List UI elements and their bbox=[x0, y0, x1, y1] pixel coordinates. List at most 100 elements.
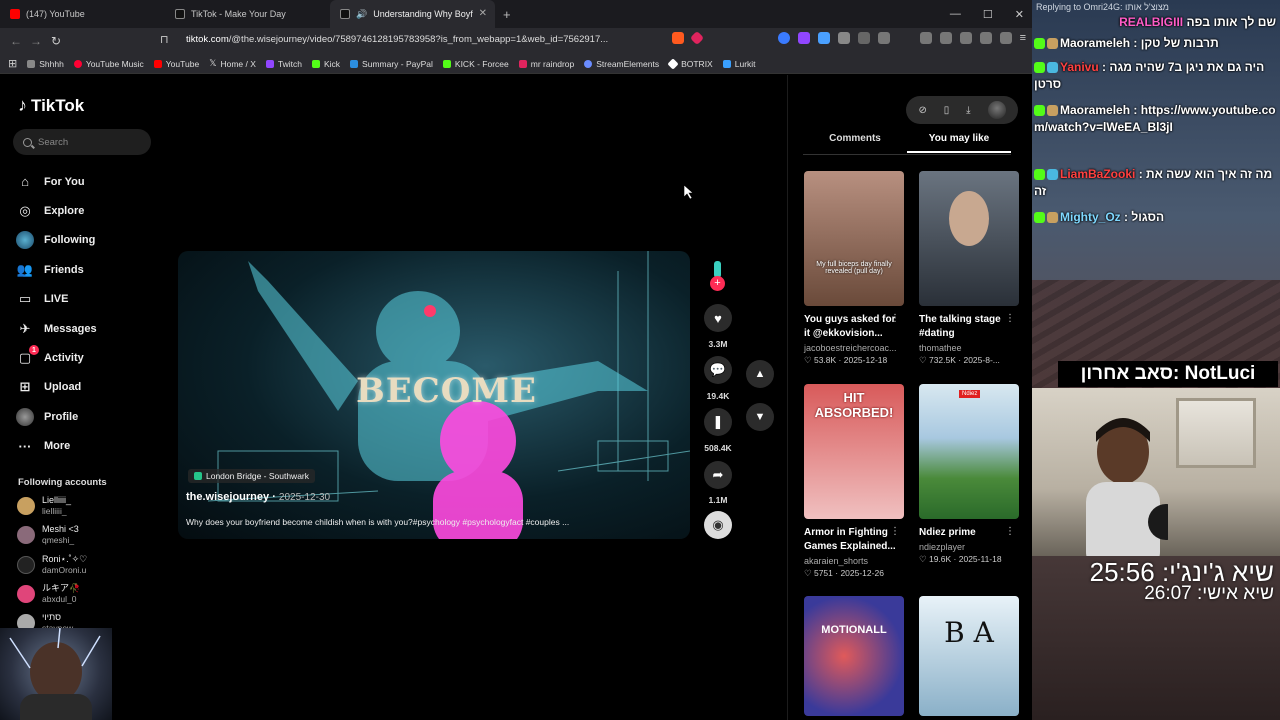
kick-badge-icon bbox=[1034, 62, 1045, 74]
more-options-icon[interactable]: ⋮ bbox=[890, 526, 900, 537]
wallet-icon[interactable] bbox=[959, 32, 972, 44]
tiktok-logo[interactable]: ♪ TikTok bbox=[18, 95, 84, 116]
discover-icon[interactable]: ⊘ bbox=[918, 105, 926, 116]
sidebar-item-friends[interactable]: 👥 Friends bbox=[16, 255, 97, 284]
card-meta: ♡ 53.8K · 2025-12-18 bbox=[804, 355, 888, 365]
like-button[interactable]: ♥ bbox=[704, 304, 732, 332]
video-thumbnail[interactable]: Ndiez bbox=[919, 384, 1019, 519]
bookmark-item[interactable]: 𝕏 Home / X bbox=[209, 58, 256, 69]
apps-grid-icon[interactable]: ⊞ bbox=[8, 57, 17, 70]
tab-active-video[interactable]: 🔊 Understanding Why Boyfrien ✕ bbox=[330, 0, 495, 28]
suggested-video-card[interactable]: HIT ABSORBED! Armor in Fighting Games Ex… bbox=[804, 384, 904, 579]
bookmark-item[interactable]: StreamElements bbox=[584, 59, 659, 69]
more-options-icon[interactable]: ⋮ bbox=[890, 313, 900, 324]
extension-icon[interactable] bbox=[857, 32, 870, 44]
more-options-icon[interactable]: ⋮ bbox=[1005, 526, 1015, 537]
menu-icon[interactable]: ≡ bbox=[1020, 32, 1026, 44]
minimize-icon[interactable]: — bbox=[950, 8, 961, 20]
video-thumbnail[interactable]: HIT ABSORBED! bbox=[804, 384, 904, 519]
previous-video-button[interactable]: ▲ bbox=[746, 360, 774, 388]
webcam-feed bbox=[1032, 388, 1280, 556]
sidebar-item-live[interactable]: ▭ LIVE bbox=[16, 285, 97, 314]
media-icon[interactable] bbox=[919, 32, 932, 44]
bookmark-item[interactable]: YouTube Music bbox=[73, 59, 144, 69]
sidebar-item-explore[interactable]: ◎ Explore bbox=[16, 196, 97, 225]
youtube-icon bbox=[518, 59, 527, 68]
sidebar-item-activity[interactable]: ▢ 1 Activity bbox=[16, 343, 97, 372]
bookmark-item[interactable]: Summary - PayPal bbox=[350, 59, 433, 69]
comment-button[interactable]: 💬 bbox=[704, 356, 732, 384]
sidebar-item-for-you[interactable]: ⌂ For You bbox=[16, 167, 97, 196]
bookmark-item[interactable]: Twitch bbox=[265, 58, 302, 69]
more-options-icon[interactable]: ⋮ bbox=[1005, 313, 1015, 324]
sidebar-item-profile[interactable]: Profile bbox=[16, 402, 97, 431]
sidebar-icon[interactable] bbox=[939, 32, 952, 44]
tab-comments[interactable]: Comments bbox=[803, 133, 907, 153]
new-tab-button[interactable]: + bbox=[503, 7, 511, 22]
tab-you-may-like[interactable]: You may like bbox=[907, 133, 1011, 153]
bookmark-label: Twitch bbox=[277, 58, 302, 69]
back-icon[interactable]: ← bbox=[6, 34, 26, 48]
sidebar-item-following[interactable]: Following bbox=[16, 226, 97, 255]
bookmark-item[interactable]: Lurkit bbox=[722, 59, 756, 69]
forward-icon[interactable]: → bbox=[26, 34, 46, 48]
rewards-icon[interactable] bbox=[689, 30, 704, 46]
location-tag[interactable]: London Bridge - Southwark bbox=[188, 469, 316, 483]
video-author[interactable]: the.wisejourney · 2025-12-30 bbox=[186, 491, 330, 503]
following-account[interactable]: ルキア🥀 abxdul_0 bbox=[17, 583, 80, 604]
user-avatar[interactable] bbox=[987, 101, 1006, 119]
suggested-video-card[interactable]: MOTIONALL bbox=[804, 596, 904, 716]
video-thumbnail[interactable]: MOTIONALL bbox=[804, 596, 904, 716]
vpn-icon[interactable] bbox=[999, 32, 1012, 44]
video-thumbnail[interactable] bbox=[919, 171, 1019, 306]
next-video-button[interactable]: ▼ bbox=[746, 403, 774, 431]
bookmark-item[interactable]: BOTRIX bbox=[667, 57, 713, 70]
maximize-icon[interactable]: ☐ bbox=[983, 8, 993, 21]
extension-icon[interactable] bbox=[817, 32, 830, 44]
suggested-video-card[interactable]: Ndiez Ndiez prime ⋮ ndiezplayer ♡ 19.6K … bbox=[919, 384, 1019, 565]
download-icon[interactable]: ⤓ bbox=[966, 105, 970, 116]
sidebar-item-upload[interactable]: ⊞ Upload bbox=[16, 373, 97, 402]
sidebar-item-messages[interactable]: ✈ Messages bbox=[16, 314, 97, 343]
following-account[interactable]: Meshi <3 qmeshi_ bbox=[17, 524, 79, 545]
leo-icon[interactable] bbox=[979, 32, 992, 44]
video-player[interactable]: BECOME London Bridge - Southwark the.wis… bbox=[178, 251, 690, 539]
bookmark-item[interactable]: Kick bbox=[311, 59, 340, 69]
tab-tiktok[interactable]: TikTok - Make Your Day bbox=[165, 0, 330, 28]
video-thumbnail[interactable]: My full biceps day finally revealed (pul… bbox=[804, 171, 904, 306]
video-caption[interactable]: Why does your boyfriend become childish … bbox=[186, 517, 569, 527]
reload-icon[interactable]: ↻ bbox=[46, 34, 66, 48]
extension-icon[interactable] bbox=[877, 32, 890, 44]
brave-shield-icon[interactable] bbox=[671, 32, 684, 44]
bookmark-item[interactable]: KICK - Forcee bbox=[442, 59, 509, 69]
following-account[interactable]: Lielliiii_ lielliiii_ bbox=[17, 495, 71, 516]
sidebar-item-more[interactable]: ··· More bbox=[16, 432, 97, 461]
chat-message: Yanivu : היה גם את ניגן ב7 שהיה מגה סרטן bbox=[1034, 60, 1265, 91]
chat-username: Maorameleh bbox=[1060, 103, 1131, 117]
save-button[interactable]: ❚ bbox=[704, 408, 732, 436]
search-input[interactable]: Search bbox=[13, 129, 151, 155]
tab-youtube[interactable]: (147) YouTube bbox=[0, 0, 165, 28]
following-account[interactable]: Roni⋆.˚✧♡ damOroni.u bbox=[17, 554, 87, 575]
twitch-ext-icon[interactable] bbox=[797, 32, 810, 44]
share-button[interactable]: ➦ bbox=[704, 461, 732, 489]
thumbnail-text: My full biceps day finally revealed (pul… bbox=[816, 261, 892, 275]
music-disc-button[interactable]: ◉ bbox=[704, 511, 732, 539]
close-window-icon[interactable]: ✕ bbox=[1015, 8, 1024, 21]
card-title: Armor in Fighting Games Explained... bbox=[804, 527, 896, 552]
thumbnail-text: B A bbox=[944, 616, 994, 649]
video-thumbnail[interactable]: B A bbox=[919, 596, 1019, 716]
puzzle-icon[interactable] bbox=[837, 32, 850, 44]
follow-plus-button[interactable]: + bbox=[710, 276, 725, 291]
close-tab-icon[interactable]: ✕ bbox=[479, 8, 487, 19]
suggested-video-card[interactable]: B A bbox=[919, 596, 1019, 716]
suggested-video-card[interactable]: The talking stage #dating ⋮ thomathee ♡ … bbox=[919, 171, 1019, 366]
bookmark-item[interactable]: YouTube bbox=[153, 59, 199, 69]
bookmark-item[interactable]: mr raindrop bbox=[518, 59, 574, 69]
bookmark-item[interactable]: Shhhh bbox=[27, 59, 64, 69]
device-icon[interactable]: ▯ bbox=[944, 105, 950, 116]
url-field[interactable]: tiktok.com/@the.wisejourney/video/758974… bbox=[186, 34, 616, 45]
suggested-video-card[interactable]: My full biceps day finally revealed (pul… bbox=[804, 171, 904, 366]
extension-icon[interactable] bbox=[777, 32, 790, 44]
bookmark-icon[interactable]: ⊓ bbox=[160, 33, 169, 46]
